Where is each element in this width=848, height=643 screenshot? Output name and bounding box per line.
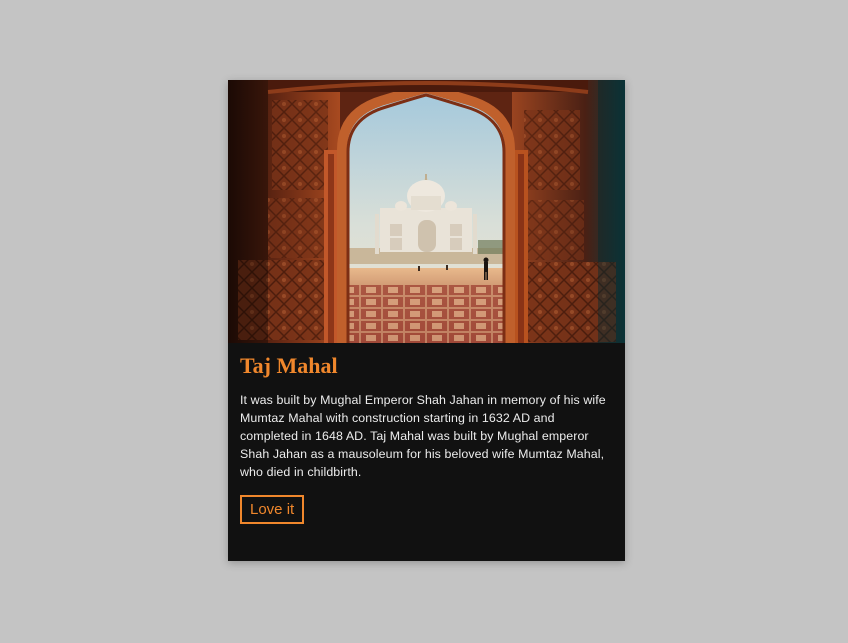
taj-mahal-photo xyxy=(228,80,625,343)
card-body: Taj Mahal It was built by Mughal Emperor… xyxy=(228,343,625,524)
card-title: Taj Mahal xyxy=(240,353,338,378)
card-description: It was built by Mughal Emperor Shah Jaha… xyxy=(240,393,606,479)
place-card: Taj Mahal It was built by Mughal Emperor… xyxy=(228,80,625,561)
love-it-button[interactable]: Love it xyxy=(240,495,305,524)
